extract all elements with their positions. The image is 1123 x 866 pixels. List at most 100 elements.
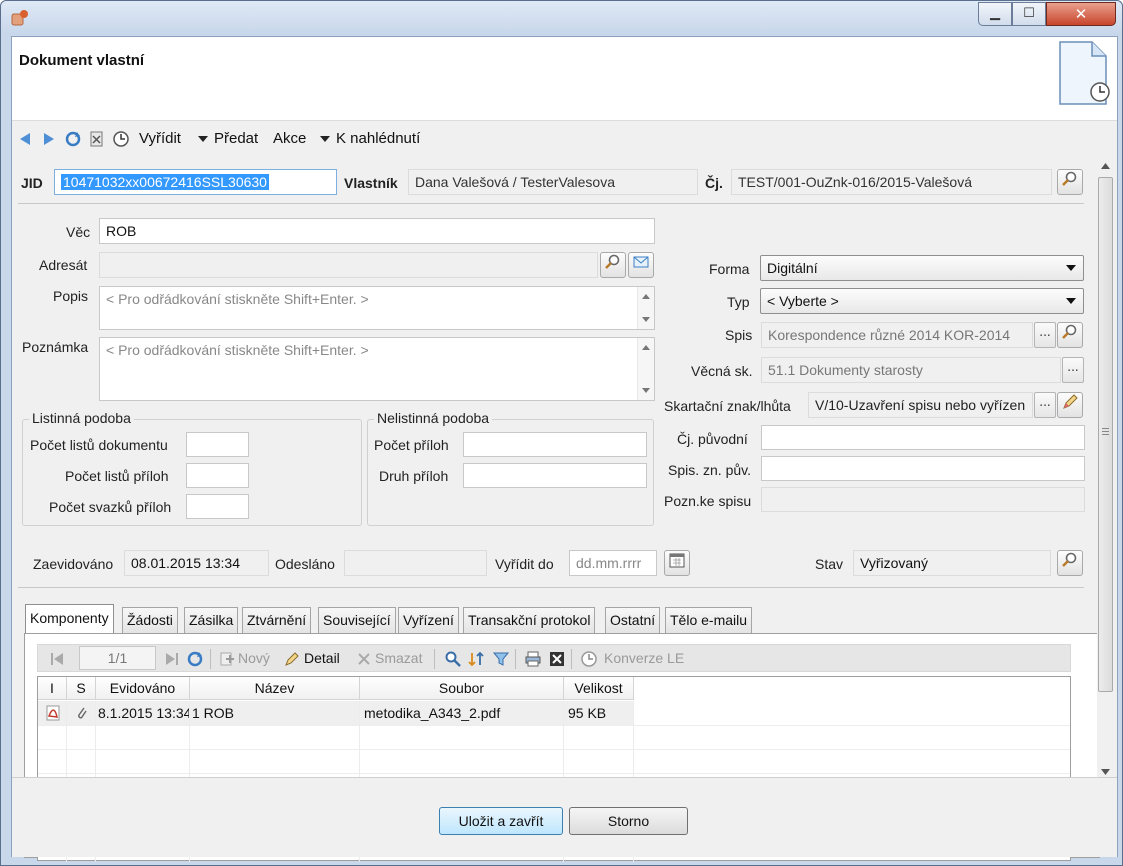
pocet-priloh-label: Počet příloh xyxy=(374,437,449,453)
druh-priloh-field[interactable] xyxy=(463,463,647,488)
refresh-icon[interactable] xyxy=(186,650,204,668)
column-header-evidovano[interactable]: Evidováno xyxy=(96,677,190,700)
title-bar[interactable]: ▁ ☐ ✕ xyxy=(1,1,1122,35)
history-clock-icon[interactable] xyxy=(112,130,130,148)
popis-textarea[interactable]: < Pro odřádkování stiskněte Shift+Enter.… xyxy=(99,286,655,330)
stav-search-button[interactable] xyxy=(1057,550,1083,576)
app-icon xyxy=(11,10,28,26)
tab-ostatni[interactable]: Ostatní xyxy=(605,607,661,633)
spis-search-button[interactable] xyxy=(1057,322,1083,348)
close-document-icon[interactable] xyxy=(88,130,106,148)
jid-field[interactable]: 10471032xx00672416SSL30630 xyxy=(54,169,337,195)
smazat-button[interactable]: Smazat xyxy=(375,650,422,666)
typ-dropdown[interactable]: < Vyberte > xyxy=(760,288,1084,314)
tab-transakcni-protokol[interactable]: Transakční protokol xyxy=(463,607,596,633)
column-header-s[interactable]: S xyxy=(67,677,96,700)
excel-export-icon[interactable] xyxy=(548,650,566,668)
print-icon[interactable] xyxy=(524,650,542,668)
tab-telo-emailu[interactable]: Tělo e-mailu xyxy=(665,607,753,633)
popis-scrollbar[interactable] xyxy=(637,287,654,329)
dropdown-arrow-icon[interactable] xyxy=(198,136,208,142)
maximize-button[interactable]: ☐ xyxy=(1012,2,1046,26)
refresh-icon[interactable] xyxy=(64,130,82,148)
envelope-icon xyxy=(633,256,649,268)
delete-icon[interactable] xyxy=(356,651,372,667)
tab-souvisejici[interactable]: Související xyxy=(318,607,396,633)
column-header-i[interactable]: I xyxy=(38,677,67,700)
vecna-skupina-browse-button[interactable]: ... xyxy=(1062,357,1084,383)
spis-browse-button[interactable]: ... xyxy=(1034,322,1056,348)
poznamka-scrollbar[interactable] xyxy=(637,338,654,400)
tab-vyrizeni[interactable]: Vyřízení xyxy=(398,607,459,633)
cell-nazev: 1 ROB xyxy=(190,701,360,725)
forma-dropdown[interactable]: Digitální xyxy=(760,255,1084,281)
form-scrollbar[interactable] xyxy=(1097,157,1114,777)
odeslano-field[interactable] xyxy=(344,550,487,576)
forward-arrow-icon[interactable] xyxy=(42,132,56,146)
search-icon[interactable] xyxy=(444,650,462,668)
divider xyxy=(18,587,1084,588)
forma-value: Digitální xyxy=(767,260,818,276)
vecna-skupina-field[interactable]: 51.1 Dokumenty starosty xyxy=(761,357,1061,383)
dropdown-arrow-icon[interactable] xyxy=(320,136,330,142)
vec-field[interactable]: ROB xyxy=(99,218,655,244)
back-arrow-icon[interactable] xyxy=(18,132,32,146)
scroll-down-icon[interactable] xyxy=(1101,769,1110,775)
skartacni-browse-button[interactable]: ... xyxy=(1034,392,1056,418)
cancel-button[interactable]: Storno xyxy=(569,807,688,835)
adresat-field[interactable] xyxy=(99,252,598,278)
stav-field[interactable]: Vyřizovaný xyxy=(853,550,1051,576)
vec-label: Věc xyxy=(66,224,91,240)
scroll-up-icon[interactable] xyxy=(1101,163,1110,169)
tab-komponenty[interactable]: Komponenty xyxy=(25,604,114,634)
cj-field[interactable]: TEST/001-OuZnk-016/2015-Valešová xyxy=(731,169,1052,195)
filter-icon[interactable] xyxy=(492,650,510,668)
adresat-search-button[interactable] xyxy=(600,252,626,278)
dialog-client-area: Dokument vlastní Vyřídit Předat Akce K n… xyxy=(11,36,1118,862)
column-header-velikost[interactable]: Velikost xyxy=(564,677,634,700)
spis-zn-puv-field[interactable] xyxy=(761,456,1085,481)
first-page-icon[interactable] xyxy=(50,652,64,666)
detail-button[interactable]: Detail xyxy=(304,650,340,666)
detail-pencil-icon[interactable] xyxy=(284,651,300,667)
spis-zn-puv-label: Spis. zn. pův. xyxy=(668,462,752,478)
column-header-nazev[interactable]: Název xyxy=(190,677,360,700)
last-page-icon[interactable] xyxy=(165,652,179,666)
k-nahlednuti-button[interactable]: K nahlédnutí xyxy=(336,130,420,147)
pocet-svazku-priloh-field[interactable] xyxy=(186,494,249,519)
vyridit-do-field[interactable]: dd.mm.rrrr xyxy=(569,550,657,576)
scrollbar-thumb[interactable] xyxy=(1098,177,1113,692)
pozn-ke-spisu-field[interactable] xyxy=(761,487,1085,512)
cj-search-button[interactable] xyxy=(1057,169,1083,195)
minimize-button[interactable]: ▁ xyxy=(978,2,1012,26)
pocet-listu-dokumentu-field[interactable] xyxy=(186,432,249,457)
akce-menu[interactable]: Akce xyxy=(273,130,306,147)
convert-clock-icon[interactable] xyxy=(580,650,598,668)
save-and-close-button[interactable]: Uložit a zavřít xyxy=(439,807,563,835)
vyridit-do-calendar-button[interactable] xyxy=(664,550,690,576)
close-button[interactable]: ✕ xyxy=(1046,2,1116,26)
tab-ztvarneni[interactable]: Ztvárnění xyxy=(242,607,312,633)
spis-field[interactable]: Korespondence různé 2014 KOR-2014 xyxy=(761,322,1033,348)
zaevidovano-field[interactable]: 08.01.2015 13:34 xyxy=(124,550,269,576)
tab-zasilka[interactable]: Zásilka xyxy=(184,607,239,633)
adresat-email-button[interactable] xyxy=(628,252,654,278)
skartacni-field[interactable]: V/10-Uzavření spisu nebo vyřízen xyxy=(808,392,1033,418)
pocet-priloh-field[interactable] xyxy=(463,432,647,457)
page-indicator[interactable]: 1/1 xyxy=(79,646,156,670)
poznamka-textarea[interactable]: < Pro odřádkování stiskněte Shift+Enter.… xyxy=(99,337,655,401)
table-row[interactable]: 8.1.2015 13:34 1 ROB metodika_A343_2.pdf… xyxy=(38,701,634,725)
vlastnik-field[interactable]: Dana Valešová / TesterValesova xyxy=(408,169,698,195)
vyridit-button[interactable]: Vyřídit xyxy=(139,130,181,147)
novy-button[interactable]: Nový xyxy=(238,650,270,666)
cj-puvodni-field[interactable] xyxy=(761,425,1085,450)
predat-button[interactable]: Předat xyxy=(214,130,258,147)
tab-zadosti[interactable]: Žádosti xyxy=(122,607,178,633)
row-divider xyxy=(38,749,1070,750)
sort-icon[interactable] xyxy=(468,650,486,668)
new-plus-icon[interactable] xyxy=(219,651,235,667)
konverze-le-button[interactable]: Konverze LE xyxy=(604,650,684,666)
pocet-listu-priloh-field[interactable] xyxy=(186,463,249,488)
column-header-soubor[interactable]: Soubor xyxy=(360,677,564,700)
skartacni-edit-button[interactable] xyxy=(1057,392,1083,418)
